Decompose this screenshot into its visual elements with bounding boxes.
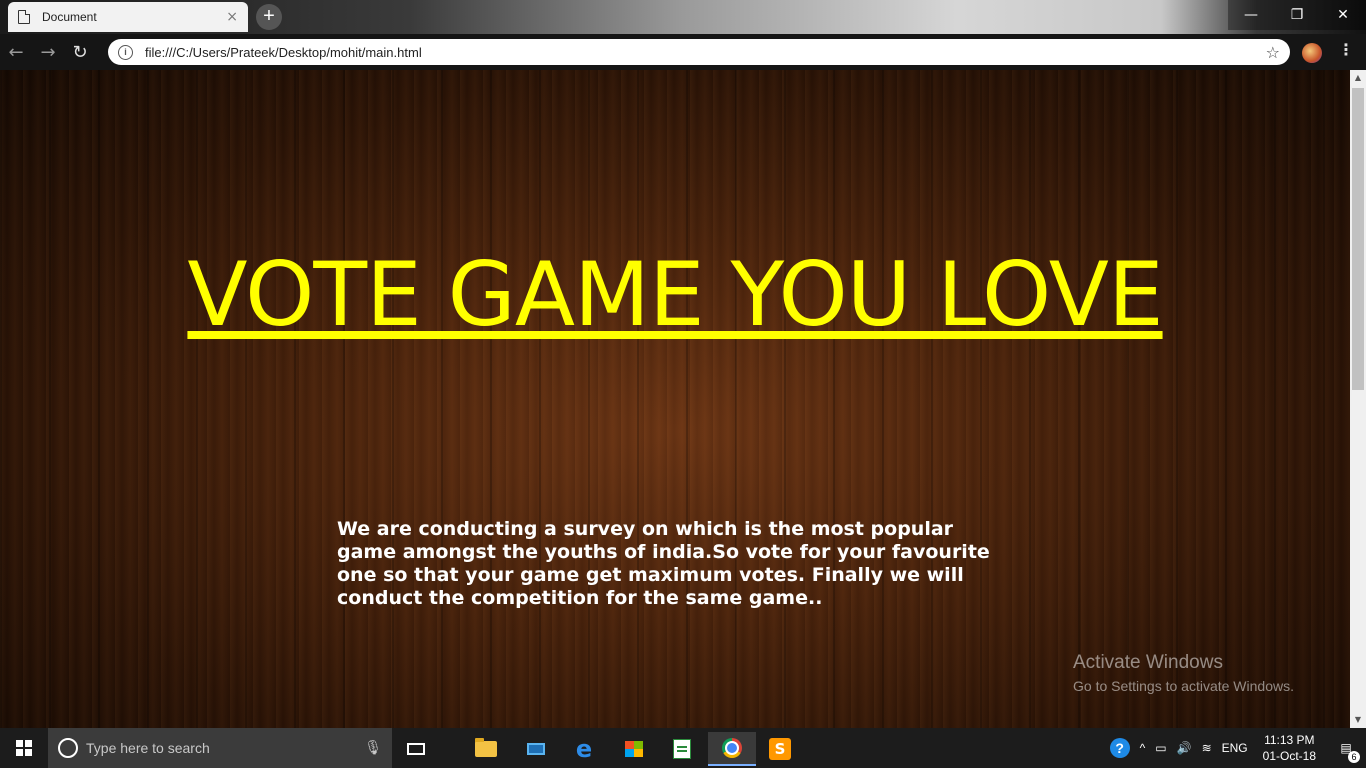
clock-time: 11:13 PM [1264,733,1315,747]
forward-button[interactable]: → [32,42,64,63]
notepad-button[interactable] [658,732,706,766]
store-button[interactable] [610,732,658,766]
chrome-icon [722,738,742,758]
browser-tab[interactable]: Document × [8,2,248,32]
start-button[interactable] [0,728,48,768]
reload-button[interactable]: ↻ [64,42,96,63]
restore-button[interactable]: ❐ [1274,0,1320,30]
cortana-icon [58,738,78,758]
activate-windows-watermark: Activate Windows Go to Settings to activ… [1073,652,1294,694]
file-explorer-button[interactable] [462,732,510,766]
url-text[interactable]: file:///C:/Users/Prateek/Desktop/mohit/m… [145,45,1266,60]
back-button[interactable]: ← [0,42,32,63]
sublime-text-icon: S [769,738,791,760]
search-placeholder: Type here to search [86,740,210,756]
page-headline: VOTE GAME YOU LOVE [187,243,1163,346]
microphone-icon[interactable]: 🎙 [364,740,382,756]
store-icon [625,741,643,757]
help-icon[interactable]: ? [1109,738,1130,758]
task-view-button[interactable] [392,732,440,766]
folder-icon [475,738,497,757]
wifi-icon[interactable]: ≋ [1202,741,1212,755]
battery-icon[interactable]: ▭ [1155,741,1166,755]
edge-button[interactable]: e [560,732,608,766]
sublime-button[interactable]: S [756,732,804,766]
browser-menu-icon[interactable]: ⋮ [1338,40,1354,59]
language-indicator[interactable]: ENG [1222,741,1248,755]
windows-logo-icon [16,740,32,756]
task-view-icon [407,743,425,755]
browser-toolbar: ← → ↻ i file:///C:/Users/Prateek/Desktop… [0,34,1366,70]
clock[interactable]: 11:13 PM 01-Oct-18 [1263,732,1316,764]
window-controls: — ❐ ✕ [1228,0,1366,30]
windows-taskbar: Type here to search 🎙 e S ? ^ ▭ 🔊 ≋ ENG … [0,728,1366,768]
vertical-scrollbar[interactable]: ▲ ▼ [1350,70,1366,728]
edge-icon: e [575,735,593,763]
scroll-down-arrow-icon[interactable]: ▼ [1350,712,1366,728]
chrome-button[interactable] [708,732,756,766]
activate-windows-subtitle: Go to Settings to activate Windows. [1073,678,1294,694]
show-hidden-icons-chevron-icon[interactable]: ^ [1140,741,1146,755]
system-tray: ? ^ ▭ 🔊 ≋ ENG 11:13 PM 01-Oct-18 ▤ 6 [1105,728,1366,768]
taskbar-search[interactable]: Type here to search 🎙 [48,728,392,768]
new-tab-button[interactable]: + [256,4,282,30]
bookmark-star-icon[interactable]: ☆ [1266,43,1280,62]
computer-icon [527,743,545,755]
notepad-icon [673,739,691,759]
scrollbar-thumb[interactable] [1352,88,1364,390]
document-icon [18,10,30,24]
notification-count-badge: 6 [1348,751,1360,763]
activate-windows-title: Activate Windows [1073,652,1223,673]
profile-avatar[interactable] [1302,43,1322,63]
minimize-button[interactable]: — [1228,0,1274,30]
clock-date: 01-Oct-18 [1262,749,1316,763]
volume-icon[interactable]: 🔊 [1177,741,1192,755]
tab-close-icon[interactable]: × [226,9,238,25]
intro-paragraph: We are conducting a survey on which is t… [337,518,990,609]
scroll-up-arrow-icon[interactable]: ▲ [1350,70,1366,86]
page-viewport: VOTE GAME YOU LOVE We are conducting a s… [0,70,1350,728]
desktop-app-button[interactable] [512,732,560,766]
tab-title: Document [42,10,97,24]
info-icon[interactable]: i [118,44,133,60]
close-window-button[interactable]: ✕ [1320,0,1366,30]
browser-titlebar: Document × + — ❐ ✕ [0,0,1366,34]
address-bar[interactable]: i file:///C:/Users/Prateek/Desktop/mohit… [108,39,1290,65]
action-center-button[interactable]: ▤ 6 [1326,741,1366,763]
